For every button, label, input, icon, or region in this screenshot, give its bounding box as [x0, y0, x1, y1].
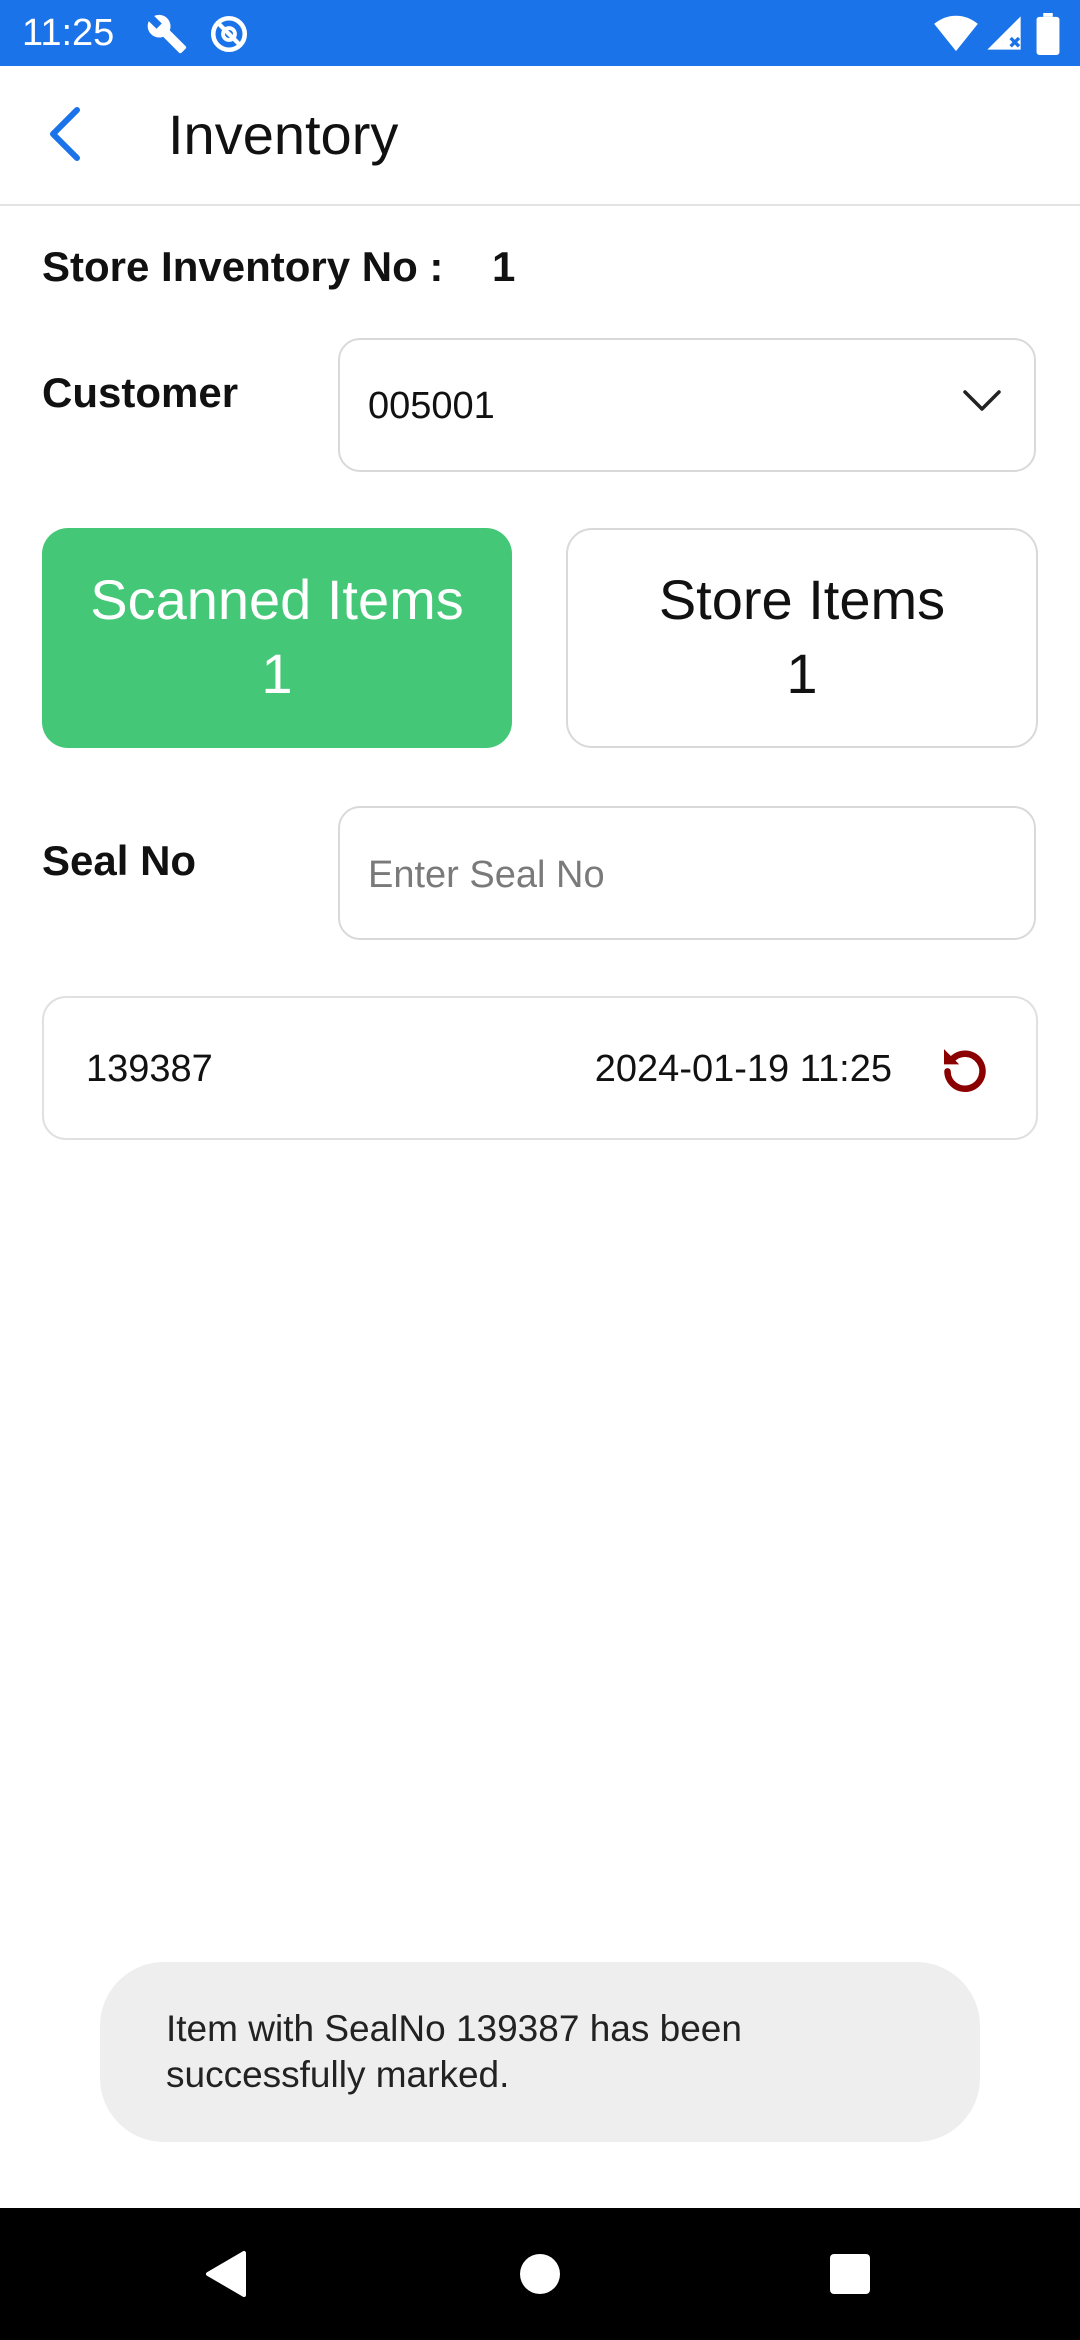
- seal-no-field: [338, 806, 1036, 940]
- store-items-label: Store Items: [658, 568, 946, 631]
- store-inventory-label: Store Inventory No :: [42, 243, 444, 290]
- scanned-items-card[interactable]: Scanned Items 1: [42, 528, 512, 748]
- item-timestamp: 2024-01-19 11:25: [594, 1048, 892, 1090]
- triangle-back-icon: [206, 2251, 246, 2297]
- store-items-count: 1: [786, 642, 818, 705]
- undo-icon: [944, 1049, 986, 1092]
- nav-home-button[interactable]: [510, 2244, 570, 2304]
- vpn-icon: [208, 13, 250, 60]
- status-bar: 11:25: [0, 0, 1080, 66]
- seal-no-label: Seal No: [42, 837, 197, 884]
- circle-home-icon: [520, 2254, 560, 2294]
- item-seal-no: 139387: [86, 1048, 213, 1090]
- chevron-down-icon: [962, 388, 1002, 419]
- battery-icon: [1036, 13, 1060, 60]
- customer-selected-value: 005001: [368, 385, 495, 427]
- scanned-items-count: 1: [261, 642, 293, 705]
- customer-dropdown[interactable]: 005001: [338, 338, 1036, 472]
- chevron-left-icon: [50, 107, 80, 161]
- app-bar: Inventory: [0, 66, 1080, 206]
- undo-button[interactable]: [930, 1034, 1000, 1104]
- store-items-card[interactable]: Store Items 1: [566, 528, 1038, 748]
- nav-recents-button[interactable]: [820, 2244, 880, 2304]
- square-recents-icon: [830, 2254, 870, 2294]
- page-title: Inventory: [168, 103, 399, 166]
- scanned-items-label: Scanned Items: [90, 568, 464, 631]
- seal-no-input[interactable]: [366, 844, 1010, 906]
- signal-icon: [984, 13, 1024, 58]
- nav-back-button[interactable]: [196, 2244, 256, 2304]
- list-item: 139387 2024-01-19 11:25: [42, 996, 1038, 1140]
- wrench-icon: [146, 13, 188, 60]
- toast-message: Item with SealNo 139387 has been success…: [100, 1962, 980, 2142]
- wifi-icon: [934, 13, 978, 58]
- store-inventory-value: 1: [492, 243, 516, 290]
- status-time: 11:25: [22, 12, 115, 54]
- navigation-bar: [0, 2208, 1080, 2340]
- back-button[interactable]: [30, 96, 100, 172]
- customer-label: Customer: [42, 369, 239, 416]
